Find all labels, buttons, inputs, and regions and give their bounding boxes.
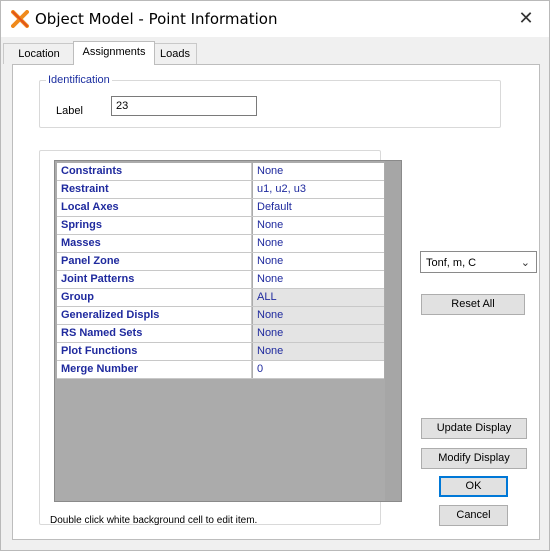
grid-row-plot-functions[interactable]: Plot Functions None bbox=[57, 343, 384, 361]
point-information-window: Object Model - Point Information ✕ Locat… bbox=[0, 0, 550, 551]
row-name: Generalized Displs bbox=[57, 307, 252, 324]
tab-loads[interactable]: Loads bbox=[153, 43, 197, 64]
units-dropdown[interactable]: Tonf, m, C ⌄ bbox=[420, 251, 537, 273]
grid-row-generalized-displs[interactable]: Generalized Displs None bbox=[57, 307, 384, 325]
grid-row-rs-named-sets[interactable]: RS Named Sets None bbox=[57, 325, 384, 343]
units-selected-value: Tonf, m, C bbox=[426, 257, 477, 269]
title-bar: Object Model - Point Information ✕ bbox=[1, 1, 549, 37]
row-name: Springs bbox=[57, 217, 252, 234]
close-button[interactable]: ✕ bbox=[513, 7, 539, 31]
row-value[interactable]: 0 bbox=[253, 361, 384, 378]
row-name: Constraints bbox=[57, 163, 252, 180]
tab-location[interactable]: Location bbox=[3, 43, 75, 64]
modify-display-button[interactable]: Modify Display bbox=[421, 448, 527, 469]
row-value[interactable]: None bbox=[253, 253, 384, 270]
row-value: None bbox=[253, 343, 384, 360]
row-name: RS Named Sets bbox=[57, 325, 252, 342]
assignments-grid: Constraints None Restraint u1, u2, u3 Lo… bbox=[54, 160, 402, 502]
grid-row-local-axes[interactable]: Local Axes Default bbox=[57, 199, 384, 217]
row-value: ALL bbox=[253, 289, 384, 306]
row-value[interactable]: Default bbox=[253, 199, 384, 216]
tab-assignments[interactable]: Assignments bbox=[73, 41, 155, 65]
grid-row-masses[interactable]: Masses None bbox=[57, 235, 384, 253]
grid-hint-text: Double click white background cell to ed… bbox=[50, 515, 258, 526]
close-icon: ✕ bbox=[518, 8, 534, 29]
grid-gutter bbox=[385, 161, 401, 501]
etabs-x-icon bbox=[11, 10, 29, 28]
assignments-group: Constraints None Restraint u1, u2, u3 Lo… bbox=[39, 150, 402, 526]
grid-row-group[interactable]: Group ALL bbox=[57, 289, 384, 307]
label-caption: Label bbox=[56, 105, 83, 117]
label-field[interactable]: 23 bbox=[111, 96, 257, 116]
assignments-panel: Identification Label 23 Constraints None… bbox=[12, 64, 540, 540]
grid-row-springs[interactable]: Springs None bbox=[57, 217, 384, 235]
ok-button[interactable]: OK bbox=[439, 476, 508, 497]
row-value[interactable]: None bbox=[253, 235, 384, 252]
row-name: Group bbox=[57, 289, 252, 306]
row-value[interactable]: None bbox=[253, 217, 384, 234]
window-title: Object Model - Point Information bbox=[35, 10, 278, 28]
row-value: None bbox=[253, 307, 384, 324]
row-name: Panel Zone bbox=[57, 253, 252, 270]
row-value[interactable]: None bbox=[253, 163, 384, 180]
grid-row-joint-patterns[interactable]: Joint Patterns None bbox=[57, 271, 384, 289]
update-display-button[interactable]: Update Display bbox=[421, 418, 527, 439]
dialog-body: Location Assignments Loads Identificatio… bbox=[1, 37, 549, 550]
grid-row-merge-number[interactable]: Merge Number 0 bbox=[57, 361, 384, 379]
row-name: Local Axes bbox=[57, 199, 252, 216]
identification-legend: Identification bbox=[48, 74, 110, 86]
cancel-button[interactable]: Cancel bbox=[439, 505, 508, 526]
grid-row-panel-zone[interactable]: Panel Zone None bbox=[57, 253, 384, 271]
row-value[interactable]: u1, u2, u3 bbox=[253, 181, 384, 198]
row-name: Restraint bbox=[57, 181, 252, 198]
row-value[interactable]: None bbox=[253, 271, 384, 288]
identification-group: Identification Label 23 bbox=[39, 74, 501, 128]
row-name: Plot Functions bbox=[57, 343, 252, 360]
grid-row-constraints[interactable]: Constraints None bbox=[57, 163, 384, 181]
grid-row-restraint[interactable]: Restraint u1, u2, u3 bbox=[57, 181, 384, 199]
reset-all-button[interactable]: Reset All bbox=[421, 294, 525, 315]
row-name: Joint Patterns bbox=[57, 271, 252, 288]
chevron-down-icon: ⌄ bbox=[520, 257, 530, 269]
row-name: Merge Number bbox=[57, 361, 252, 378]
row-name: Masses bbox=[57, 235, 252, 252]
row-value: None bbox=[253, 325, 384, 342]
